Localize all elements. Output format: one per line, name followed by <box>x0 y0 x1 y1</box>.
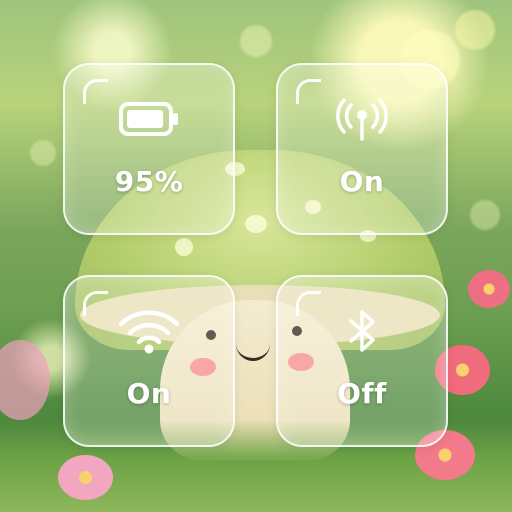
battery-tile[interactable]: 95% <box>63 63 235 235</box>
battery-icon <box>65 95 233 143</box>
mushroom-spot <box>175 238 193 256</box>
wifi-value: On <box>126 377 172 410</box>
mushroom-spot <box>245 215 267 233</box>
pink-flower <box>468 270 510 308</box>
wifi-icon <box>65 307 233 355</box>
wallpaper: 95% On On Off <box>0 0 512 512</box>
pink-flower <box>58 455 113 500</box>
cellular-value: On <box>339 165 385 198</box>
bluetooth-tile[interactable]: Off <box>276 275 448 447</box>
wifi-tile[interactable]: On <box>63 275 235 447</box>
bluetooth-value: Off <box>337 377 387 410</box>
battery-value: 95% <box>114 165 184 198</box>
bluetooth-icon <box>278 307 446 355</box>
cellular-antenna-icon <box>278 95 446 143</box>
bokeh-light <box>240 25 272 57</box>
cellular-tile[interactable]: On <box>276 63 448 235</box>
bokeh-light <box>470 200 500 230</box>
background-flower <box>0 340 50 420</box>
bokeh-light <box>30 140 56 166</box>
battery-level-fill <box>127 110 164 128</box>
bokeh-light <box>455 10 495 50</box>
